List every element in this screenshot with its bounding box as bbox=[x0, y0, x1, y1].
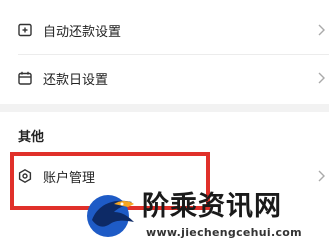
chevron-right-icon bbox=[316, 23, 326, 37]
watermark-site-name: 阶乘资讯网 bbox=[142, 191, 282, 222]
eagle-logo bbox=[84, 190, 138, 238]
repay-day-setting-row[interactable]: 还款日设置 bbox=[0, 52, 329, 104]
watermark-url: www.jiechengcehui.com bbox=[146, 226, 302, 239]
section-title-other: 其他 bbox=[18, 130, 45, 145]
auto-repay-label: 自动还款设置 bbox=[43, 24, 122, 40]
calendar-icon bbox=[18, 71, 32, 85]
chevron-right-icon bbox=[316, 169, 326, 183]
auto-repay-setting-row[interactable]: 自动还款设置 bbox=[0, 4, 329, 56]
calendar-plus-icon bbox=[18, 23, 32, 37]
chevron-right-icon bbox=[316, 71, 326, 85]
repay-day-label: 还款日设置 bbox=[43, 72, 109, 88]
